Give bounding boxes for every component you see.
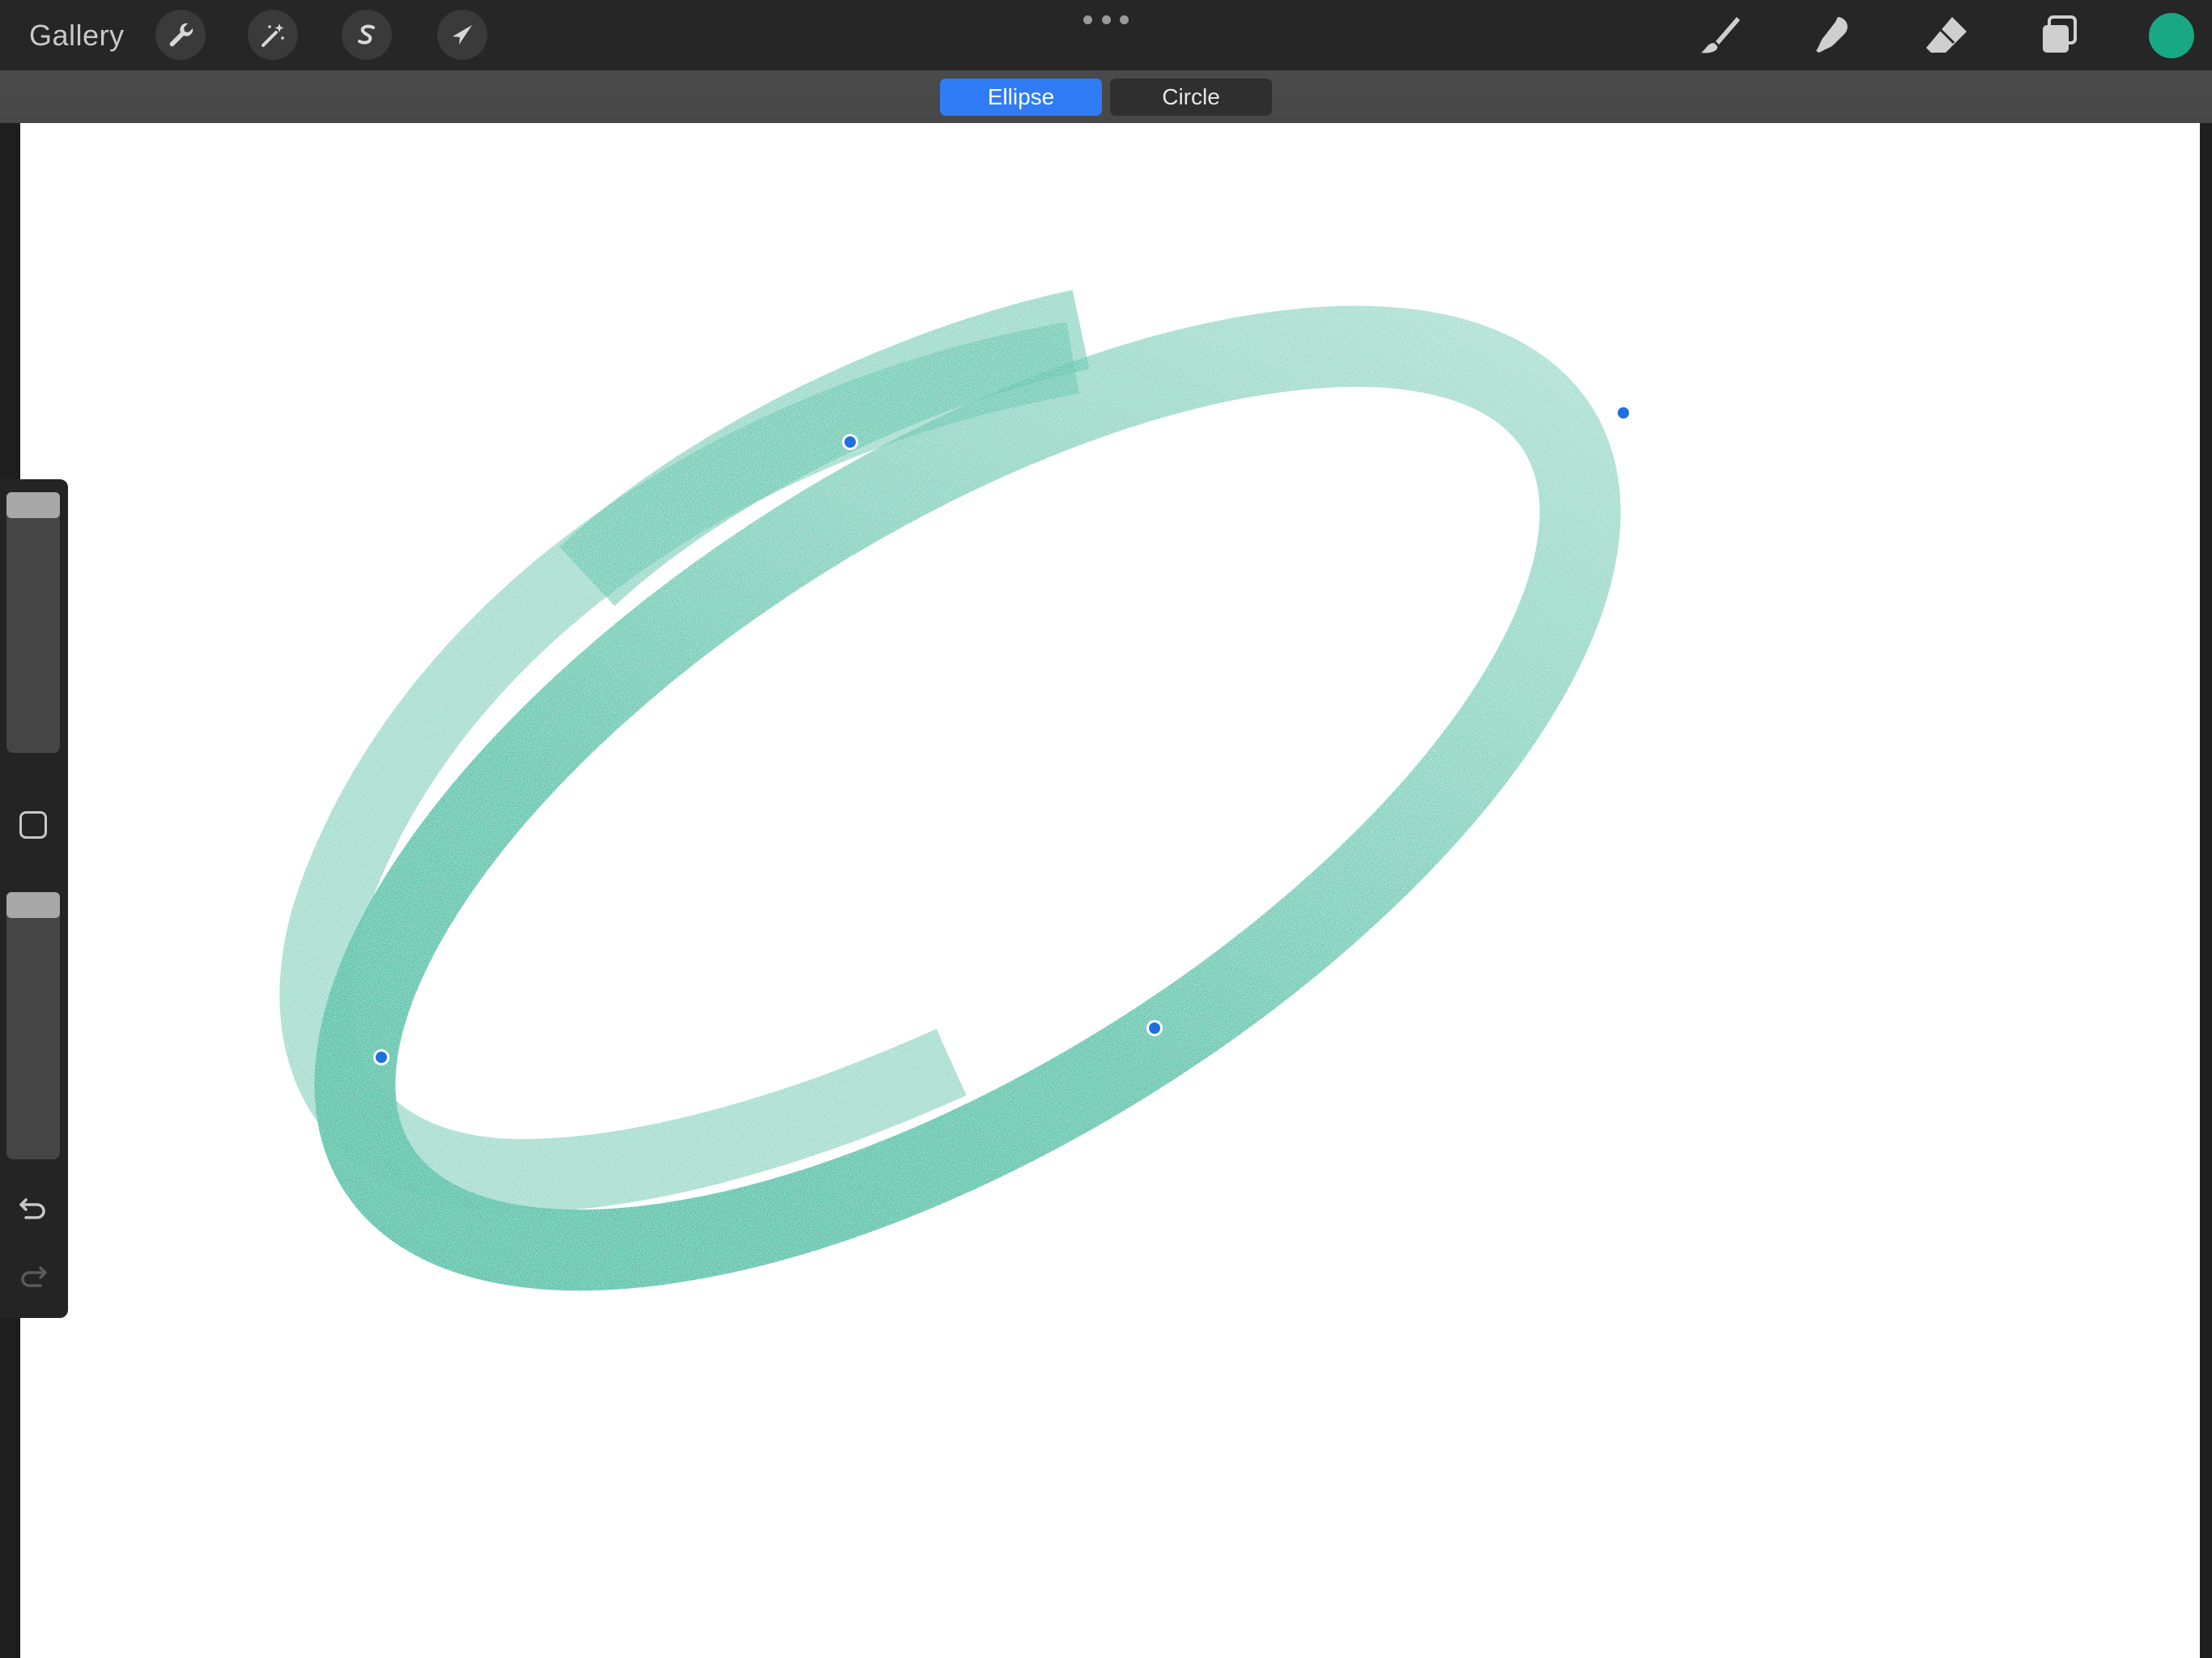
selection-s-icon	[358, 24, 375, 45]
actions-button[interactable]	[155, 10, 206, 60]
brush-tool-button[interactable]	[1694, 10, 1746, 62]
layers-icon	[2043, 15, 2077, 53]
modify-button[interactable]	[19, 811, 47, 839]
drawing-canvas[interactable]	[20, 123, 2200, 1658]
ellipsis-icon[interactable]	[1083, 10, 1129, 29]
dot	[1083, 15, 1092, 24]
handle-bottom[interactable]	[1146, 1020, 1163, 1036]
quickshape-options-bar: Ellipse Circle	[0, 70, 2212, 123]
canvas-right-edge	[2200, 123, 2212, 1658]
magic-wand-icon	[262, 23, 284, 47]
opacity-slider[interactable]	[6, 892, 60, 1159]
transform-button[interactable]	[437, 10, 487, 60]
brush-size-slider[interactable]	[6, 492, 60, 753]
selection-button[interactable]	[342, 10, 392, 60]
ellipse-button[interactable]: Ellipse	[940, 79, 1102, 116]
brush-size-thumb[interactable]	[6, 492, 60, 518]
eraser-tool-button[interactable]	[1921, 10, 1972, 62]
handle-left[interactable]	[373, 1049, 389, 1065]
undo-button[interactable]	[15, 1188, 52, 1226]
color-picker-button[interactable]	[2149, 13, 2194, 58]
dot	[1120, 15, 1129, 24]
handle-right[interactable]	[1615, 405, 1631, 421]
circle-button[interactable]: Circle	[1110, 79, 1272, 116]
handle-top[interactable]	[842, 434, 858, 450]
smudge-icon	[1816, 17, 1848, 53]
dot	[1101, 15, 1111, 24]
adjustments-button[interactable]	[248, 10, 298, 60]
opacity-thumb[interactable]	[6, 892, 60, 918]
undo-icon	[19, 1198, 45, 1219]
procreate-app: Gallery Ellipse Circle	[0, 0, 2212, 1658]
redo-icon	[21, 1266, 47, 1287]
top-toolbar: Gallery	[0, 0, 2212, 70]
eraser-icon	[1926, 17, 1967, 53]
ellipse-stroke	[279, 290, 1621, 1291]
wrench-icon	[169, 23, 194, 47]
smudge-tool-button[interactable]	[1806, 10, 1857, 62]
layers-button[interactable]	[2034, 10, 2086, 62]
gallery-button[interactable]: Gallery	[29, 16, 125, 55]
brush-icon	[1701, 17, 1740, 53]
canvas-artwork	[279, 290, 1631, 1291]
left-sidebar	[0, 479, 68, 1318]
arrow-cursor-icon	[453, 25, 472, 45]
redo-button[interactable]	[15, 1256, 52, 1294]
